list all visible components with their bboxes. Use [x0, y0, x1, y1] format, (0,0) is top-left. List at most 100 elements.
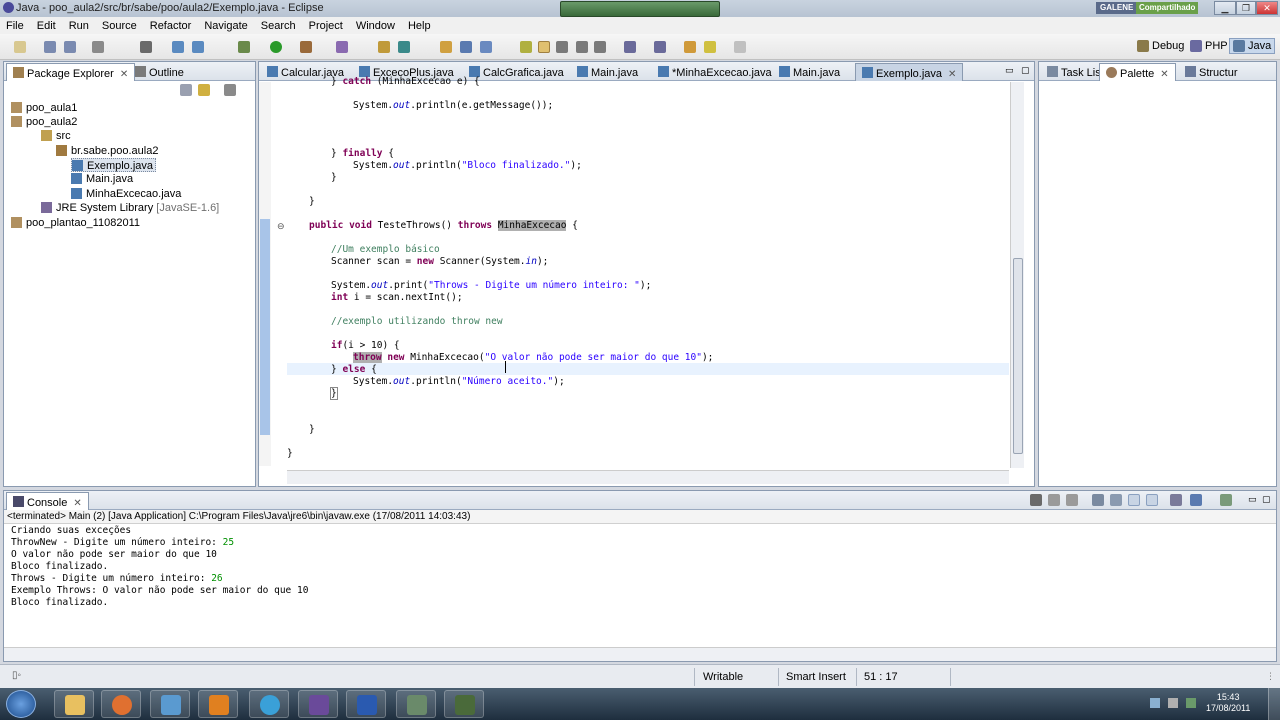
show-on-error-icon[interactable] — [1146, 494, 1158, 506]
tray-flag-icon[interactable] — [1186, 698, 1196, 708]
block-selection-icon[interactable] — [556, 41, 568, 53]
tray-volume-icon[interactable] — [1168, 698, 1178, 708]
menu-project[interactable]: Project — [309, 20, 343, 32]
taskbar-network[interactable] — [150, 690, 190, 718]
scrollbar-thumb[interactable] — [1013, 258, 1023, 454]
print-icon[interactable] — [92, 41, 104, 53]
server-icon[interactable] — [172, 41, 184, 53]
menu-edit[interactable]: Edit — [37, 20, 56, 32]
menu-navigate[interactable]: Navigate — [204, 20, 247, 32]
tab-structure[interactable]: Structur — [1179, 63, 1244, 81]
show-on-output-icon[interactable] — [1128, 494, 1140, 506]
maximize-icon[interactable]: ▢ — [1021, 65, 1030, 76]
view-menu-icon[interactable] — [224, 84, 236, 96]
tree-item-exemplo-java[interactable]: Exemplo.java — [71, 158, 157, 172]
collapse-all-icon[interactable] — [180, 84, 192, 96]
tree-item-poo-aula2[interactable]: poo_aula2 — [11, 115, 77, 129]
tree-item-poo-aula1[interactable]: poo_aula1 — [11, 101, 77, 115]
maximize-button[interactable]: ❐ — [1236, 1, 1256, 15]
tab-package-explorer[interactable]: Package Explorer ✕ — [6, 63, 136, 81]
menu-window[interactable]: Window — [356, 20, 395, 32]
screen-share-bar[interactable] — [560, 1, 720, 17]
tab-main-java[interactable]: Main.java — [571, 63, 644, 81]
run-icon[interactable] — [270, 41, 282, 53]
new-icon[interactable] — [14, 41, 26, 53]
perspective-php[interactable]: PHP — [1190, 40, 1228, 53]
scroll-lock-icon[interactable] — [1110, 494, 1122, 506]
save-icon[interactable] — [44, 41, 56, 53]
taskbar-recorder[interactable] — [396, 690, 436, 718]
tray-network-icon[interactable] — [1150, 698, 1160, 708]
menu-search[interactable]: Search — [261, 20, 296, 32]
close-icon[interactable]: ✕ — [948, 69, 956, 80]
save-all-icon[interactable] — [64, 41, 76, 53]
taskbar-app[interactable] — [444, 690, 484, 718]
console-horizontal-scrollbar[interactable] — [4, 647, 1276, 661]
server-start-icon[interactable] — [192, 41, 204, 53]
back-icon[interactable] — [704, 41, 716, 53]
next-annotation-icon[interactable] — [624, 41, 636, 53]
search-icon[interactable] — [480, 41, 492, 53]
toggle-mark-icon[interactable] — [538, 41, 550, 53]
tab-exemplo-java[interactable]: Exemplo.java ✕ — [855, 63, 964, 81]
menu-file[interactable]: File — [6, 20, 24, 32]
coverage-icon[interactable] — [336, 41, 348, 53]
last-edit-icon[interactable] — [684, 41, 696, 53]
terminate-icon[interactable] — [1030, 494, 1042, 506]
taskbar-eclipse[interactable] — [298, 690, 338, 718]
taskbar-twitter[interactable] — [249, 690, 289, 718]
show-desktop-button[interactable] — [1268, 688, 1280, 720]
pin-console-icon[interactable] — [1170, 494, 1182, 506]
link-editor-icon[interactable] — [198, 84, 210, 96]
tab-outline[interactable]: Outline — [129, 63, 190, 81]
tree-item-main-java[interactable]: Main.java — [71, 172, 133, 186]
close-button[interactable]: ✕ — [1256, 1, 1278, 15]
vertical-scrollbar[interactable] — [1010, 82, 1024, 468]
fast-view-icon[interactable]: ▯◦ — [12, 670, 21, 681]
minimize-button[interactable]: ▁ — [1214, 1, 1236, 15]
close-icon[interactable]: ✕ — [1160, 69, 1168, 80]
start-button[interactable] — [6, 690, 36, 718]
show-whitespace-icon[interactable] — [576, 41, 588, 53]
minimize-icon[interactable]: ▭ — [1005, 65, 1014, 76]
menu-help[interactable]: Help — [408, 20, 431, 32]
menu-refactor[interactable]: Refactor — [150, 20, 192, 32]
new-package-icon[interactable] — [398, 41, 410, 53]
remove-launch-icon[interactable] — [1048, 494, 1060, 506]
prev-annotation-icon[interactable] — [654, 41, 666, 53]
open-task-icon[interactable] — [460, 41, 472, 53]
tab-main-java-2[interactable]: Main.java — [773, 63, 846, 81]
taskbar-clock[interactable]: 15:43 17/08/2011 — [1206, 692, 1250, 714]
tree-item-minhaexcecao-java[interactable]: MinhaExcecao.java — [71, 187, 181, 201]
menu-source[interactable]: Source — [102, 20, 137, 32]
taskbar-word[interactable] — [346, 690, 386, 718]
fold-toggle-icon[interactable]: ⊖ — [277, 221, 285, 232]
tab-palette[interactable]: Palette ✕ — [1099, 63, 1176, 81]
tree-item-poo-plantao[interactable]: poo_plantao_11082011 — [11, 216, 140, 230]
open-console-icon[interactable] — [1220, 494, 1232, 506]
debug-icon[interactable] — [238, 41, 250, 53]
menu-run[interactable]: Run — [69, 20, 89, 32]
clear-console-icon[interactable] — [1092, 494, 1104, 506]
open-type-icon[interactable] — [440, 41, 452, 53]
horizontal-scrollbar[interactable] — [287, 470, 1009, 484]
tab-minhaexcecao-java[interactable]: *MinhaExcecao.java — [652, 63, 778, 81]
taskbar-media[interactable] — [198, 690, 238, 718]
maximize-icon[interactable]: ▢ — [1262, 494, 1271, 505]
remove-all-icon[interactable] — [1066, 494, 1078, 506]
forward-icon[interactable] — [734, 41, 746, 53]
close-icon[interactable]: ✕ — [120, 69, 128, 80]
taskbar-firefox[interactable] — [101, 690, 141, 718]
perspective-debug[interactable]: Debug — [1137, 40, 1184, 53]
lock-icon[interactable] — [140, 41, 152, 53]
new-class-icon[interactable] — [378, 41, 390, 53]
tree-item-src[interactable]: src — [41, 129, 71, 143]
taskbar-explorer[interactable] — [54, 690, 94, 718]
close-icon[interactable]: ✕ — [73, 498, 81, 509]
annotation-icon[interactable] — [520, 41, 532, 53]
perspective-java[interactable]: Java — [1229, 38, 1276, 55]
display-console-icon[interactable] — [1190, 494, 1202, 506]
tree-item-jre-library[interactable]: JRE System Library [JavaSE-1.6] — [41, 201, 219, 215]
word-wrap-icon[interactable] — [594, 41, 606, 53]
external-tools-icon[interactable] — [300, 41, 312, 53]
